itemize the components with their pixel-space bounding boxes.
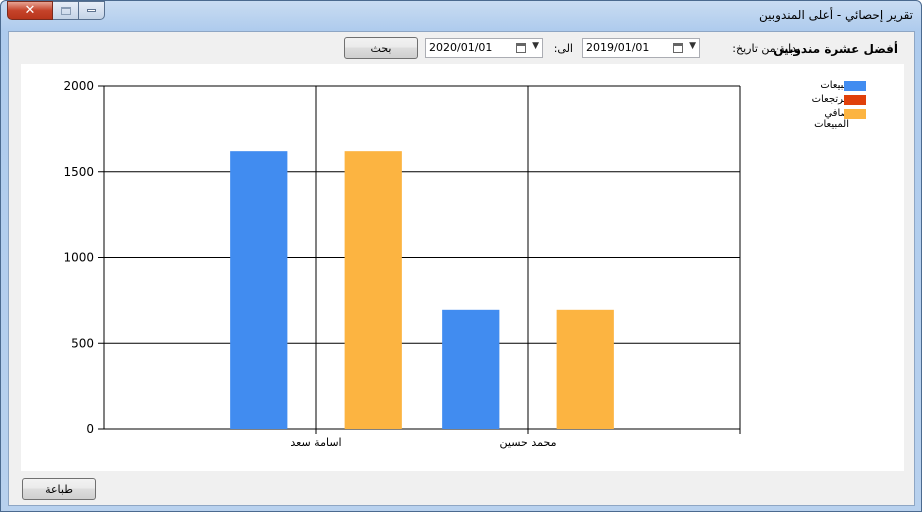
report-window: ✕ تقرير إحصائي - أعلى المندوبين أفضل عشر…: [0, 0, 922, 512]
search-button[interactable]: بحث: [344, 37, 418, 59]
y-tick-label: 2000: [63, 79, 94, 93]
calendar-icon: [673, 43, 683, 53]
calendar-icon: [516, 43, 526, 53]
from-date-value: 2019/01/01: [586, 41, 650, 54]
x-category-label: اسامة سعد: [290, 436, 341, 449]
window-controls: ✕: [7, 1, 105, 21]
legend-label: صافي المبيعات: [814, 108, 849, 130]
bar-3-1: [344, 151, 402, 430]
legend-label: مرتجعات: [811, 94, 849, 105]
from-date-picker[interactable]: 2019/01/01 ▼: [582, 38, 700, 58]
bar-chart: 0 500 1000 1500 2000 اسامة سعد محمد حسين: [63, 79, 741, 449]
dropdown-arrow-icon[interactable]: ▼: [689, 41, 696, 51]
x-category-label: محمد حسين: [500, 436, 557, 449]
legend-swatch: [844, 95, 866, 105]
close-button[interactable]: ✕: [7, 1, 53, 20]
maximize-button[interactable]: [53, 1, 79, 20]
bar-1-1: [230, 151, 288, 430]
y-tick-label: 0: [86, 422, 94, 436]
legend-label: مبيعات: [820, 80, 849, 91]
title-bar[interactable]: ✕ تقرير إحصائي - أعلى المندوبين: [1, 1, 921, 29]
bar-3-2: [556, 309, 614, 429]
legend-swatch: [844, 81, 866, 91]
to-date-picker[interactable]: 2020/01/01 ▼: [425, 38, 543, 58]
to-date-value: 2020/01/01: [429, 41, 493, 54]
y-tick-label: 1000: [63, 251, 94, 265]
y-tick-label: 500: [71, 336, 94, 350]
print-button[interactable]: طباعة: [22, 478, 96, 500]
legend-swatch: [844, 109, 866, 119]
to-date-label: الى:: [553, 42, 573, 55]
chart-area: 0 500 1000 1500 2000 اسامة سعد محمد حسين مبيعا…: [21, 64, 904, 471]
from-date-label: بداية من تاريخ:: [732, 42, 800, 55]
bar-1-2: [442, 309, 500, 429]
dropdown-arrow-icon[interactable]: ▼: [532, 41, 539, 51]
minimize-button[interactable]: [79, 1, 105, 20]
client-area: أفضل عشرة مندوبين بداية من تاريخ: 2019/0…: [8, 31, 915, 506]
close-icon: ✕: [24, 3, 36, 18]
maximize-icon: [60, 6, 71, 15]
y-tick-label: 1500: [63, 165, 94, 179]
minimize-icon: [87, 9, 96, 12]
window-title: تقرير إحصائي - أعلى المندوبين: [759, 8, 913, 22]
